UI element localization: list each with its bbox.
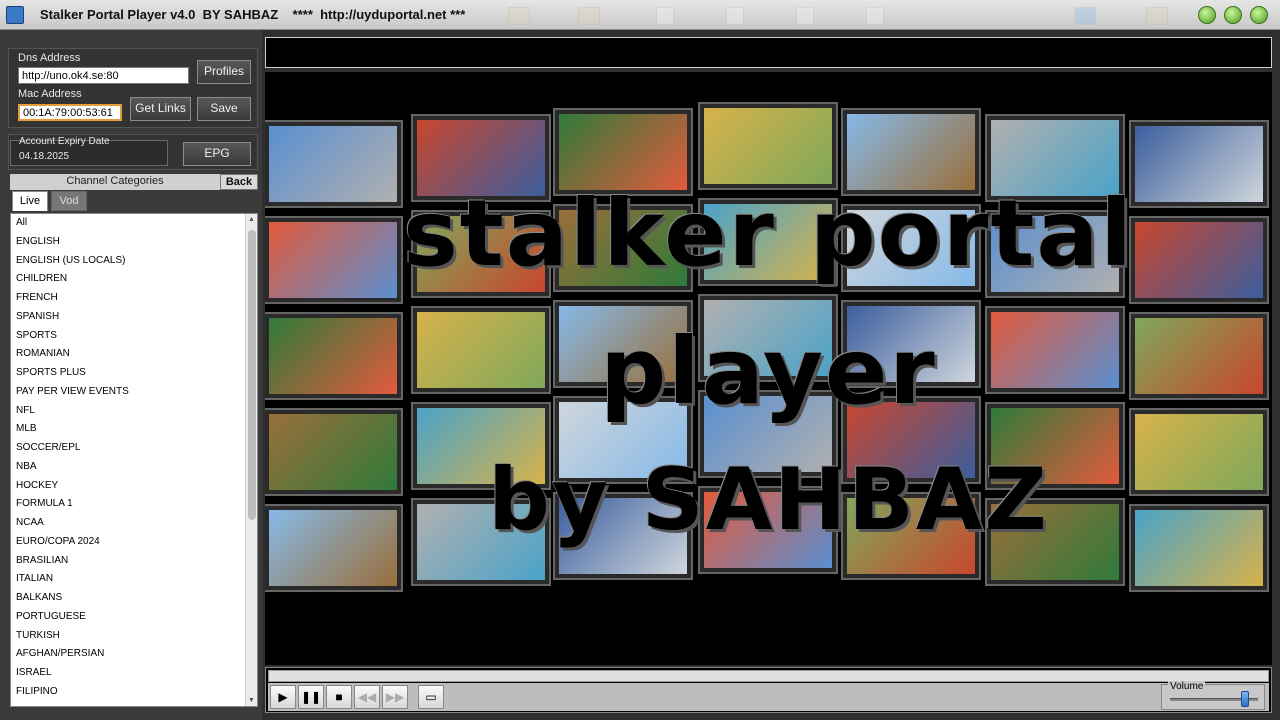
list-item[interactable]: FRENCH	[11, 289, 257, 308]
tab-vod[interactable]: Vod	[51, 191, 87, 211]
seek-bar[interactable]	[268, 670, 1269, 682]
list-item[interactable]: ENGLISH	[11, 233, 257, 252]
list-item[interactable]: EURO/COPA 2024	[11, 533, 257, 552]
stop-icon[interactable]: ■	[326, 685, 352, 709]
document-icon	[726, 7, 744, 25]
channel-categories-header: Channel Categories	[10, 174, 220, 190]
left-panel: Dns Address Profiles Mac Address Get Lin…	[0, 30, 262, 720]
pause-icon[interactable]: ❚❚	[298, 685, 324, 709]
tab-live[interactable]: Live	[12, 191, 48, 211]
list-item[interactable]: ROMANIAN	[11, 345, 257, 364]
video-screen[interactable]: stalker portal player by SAHBAZ	[265, 72, 1272, 665]
overlay-title-line1: stalker portal	[403, 180, 1134, 287]
list-item[interactable]: HOCKEY	[11, 477, 257, 496]
list-item[interactable]: BRASILIAN	[11, 552, 257, 571]
document-icon	[866, 7, 884, 25]
screen-icon[interactable]: ▭	[418, 685, 444, 709]
list-item[interactable]: AFGHAN/PERSIAN	[11, 645, 257, 664]
scroll-up-icon[interactable]: ▲	[248, 216, 255, 223]
get-links-button[interactable]: Get Links	[130, 97, 191, 121]
scrollbar[interactable]: ▲ ▼	[245, 214, 257, 706]
folder-icon	[578, 7, 600, 25]
profiles-button[interactable]: Profiles	[197, 60, 251, 84]
app-icon	[6, 6, 24, 24]
document-icon	[796, 7, 814, 25]
stream-url-bar	[265, 37, 1272, 68]
forward-icon[interactable]: ▶▶	[382, 685, 408, 709]
app-window: Stalker Portal Player v4.0 BY SAHBAZ ***…	[0, 0, 1280, 720]
window-title: Stalker Portal Player v4.0 BY SAHBAZ ***…	[40, 7, 466, 22]
expiry-label: Account Expiry Date	[19, 136, 110, 147]
list-item[interactable]: NCAA	[11, 514, 257, 533]
list-item[interactable]: SPANISH	[11, 308, 257, 327]
player-controls: ▶ ❚❚ ■ ◀◀ ▶▶ ▭ Volume	[265, 667, 1272, 713]
category-list: All ENGLISH ENGLISH (US LOCALS) CHILDREN FRE…	[10, 213, 258, 707]
list-item[interactable]: CHILDREN	[11, 270, 257, 289]
list-item[interactable]: TURKISH	[11, 627, 257, 646]
list-item[interactable]: BALKANS	[11, 589, 257, 608]
expiry-value: 04.18.2025	[19, 151, 70, 162]
scroll-thumb[interactable]	[248, 230, 256, 520]
list-item[interactable]: ISRAEL	[11, 664, 257, 683]
overlay-title-line2: player	[600, 318, 937, 425]
maximize-button[interactable]	[1224, 6, 1242, 24]
title-bar: Stalker Portal Player v4.0 BY SAHBAZ ***…	[0, 0, 1280, 30]
list-item[interactable]: FILIPINO	[11, 683, 257, 702]
folder-icon	[508, 7, 530, 25]
list-item[interactable]: NFL	[11, 402, 257, 421]
overlay-title-line3: by SAHBAZ	[488, 450, 1049, 550]
list-item[interactable]: PORTUGUESE	[11, 608, 257, 627]
volume-slider-thumb[interactable]	[1240, 691, 1249, 707]
mac-label: Mac Address	[18, 88, 82, 100]
rewind-icon[interactable]: ◀◀	[354, 685, 380, 709]
back-button[interactable]: Back	[220, 174, 258, 190]
play-icon[interactable]: ▶	[270, 685, 296, 709]
list-item[interactable]: SPORTS PLUS	[11, 364, 257, 383]
list-item[interactable]: SPORTS	[11, 327, 257, 346]
scroll-down-icon[interactable]: ▼	[248, 697, 255, 704]
tv-thumbnail	[700, 104, 836, 188]
folder-icon	[1146, 7, 1168, 25]
dns-label: Dns Address	[18, 52, 81, 64]
list-item[interactable]: SOCCER/EPL	[11, 439, 257, 458]
list-item[interactable]: MLB	[11, 420, 257, 439]
save-button[interactable]: Save	[197, 97, 251, 121]
volume-label: Volume	[1168, 681, 1206, 692]
close-button[interactable]	[1250, 6, 1268, 24]
list-item[interactable]: NBA	[11, 458, 257, 477]
list-item[interactable]: PAY PER VIEW EVENTS	[11, 383, 257, 402]
epg-button[interactable]: EPG	[183, 142, 251, 166]
document-icon	[656, 7, 674, 25]
volume-control: Volume	[1161, 681, 1265, 710]
list-item[interactable]: All	[11, 214, 257, 233]
list-item[interactable]: ITALIAN	[11, 570, 257, 589]
dns-input[interactable]	[18, 67, 189, 84]
control-bar: ▶ ❚❚ ■ ◀◀ ▶▶ ▭ Volume	[268, 681, 1269, 711]
list-item[interactable]: ENGLISH (US LOCALS)	[11, 252, 257, 271]
mac-input[interactable]	[18, 104, 122, 121]
monitor-icon	[1074, 7, 1096, 25]
list-item[interactable]: FORMULA 1	[11, 495, 257, 514]
minimize-button[interactable]	[1198, 6, 1216, 24]
